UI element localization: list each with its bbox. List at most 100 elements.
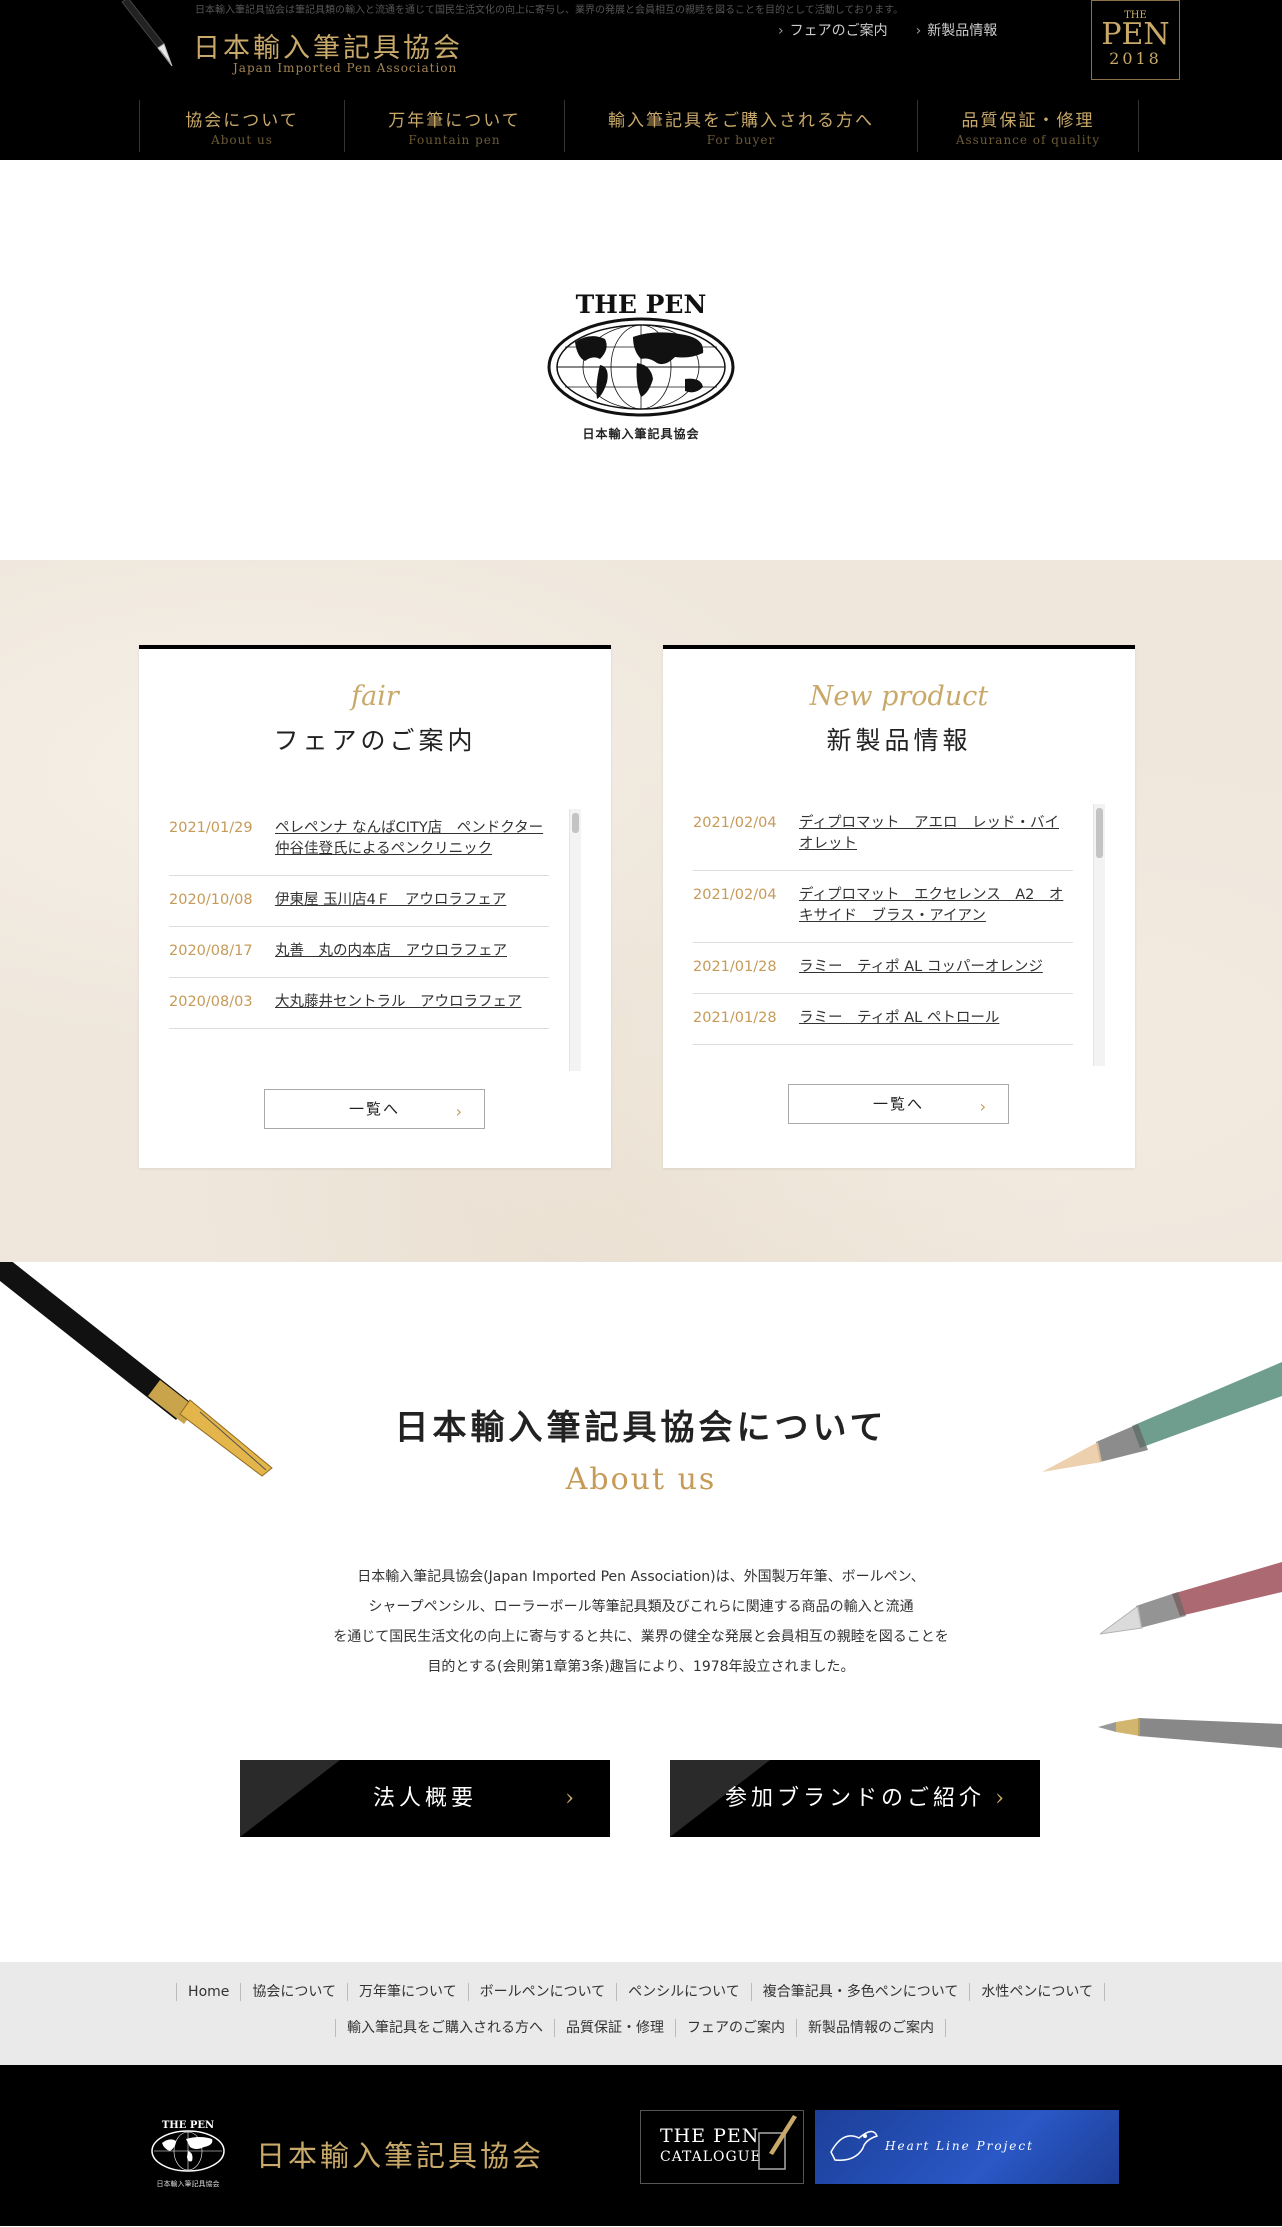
list-item[interactable]: 2020/08/03 大丸藤井セントラル アウロラフェア [169, 978, 549, 1029]
item-title-link[interactable]: 大丸藤井セントラル アウロラフェア [275, 992, 549, 1013]
top-links: › フェアのご案内 › 新製品情報 [778, 20, 997, 40]
footer-link-home[interactable]: Home [176, 1983, 242, 2001]
the-pen-logo: THE PEN 日本輸入筆記具協会 [545, 287, 737, 442]
footer-link-ballpoint[interactable]: ボールペンについて [467, 1983, 618, 2001]
about-description: 日本輸入筆記具協会(Japan Imported Pen Association… [300, 1562, 982, 1682]
scrollbar-thumb[interactable] [1096, 808, 1103, 858]
nav-item-about[interactable]: 協会について About us [139, 100, 344, 152]
nav-label-en: For buyer [706, 133, 776, 147]
footer-logo-text: THE PEN [162, 2120, 214, 2131]
newproduct-heading-ja: 新製品情報 [826, 726, 972, 755]
list-item[interactable]: 2020/10/08 伊東屋 玉川店4Ｆ アウロラフェア [169, 876, 549, 927]
news-section: fair フェアのご案内 2021/01/29 ペレペンナ なんばCITY店 ペン… [0, 560, 1282, 1262]
header-tagline: 日本輸入筆記具協会は筆記具類の輸入と流通を通じて国民生活文化の向上に寄与し、業界… [195, 5, 904, 16]
item-date: 2021/01/28 [693, 959, 777, 975]
top-link-label: 新製品情報 [927, 23, 998, 39]
scrollbar-thumb[interactable] [572, 813, 579, 833]
nav-item-for-buyer[interactable]: 輸入筆記具をご購入される方へ For buyer [564, 100, 917, 152]
nav-label-ja: 輸入筆記具をご購入される方へ [608, 111, 874, 131]
hero: THE PEN 日本輸入筆記具協会 [0, 160, 1282, 560]
fair-list-scrollbar[interactable] [569, 809, 581, 1071]
footer-link-fair[interactable]: フェアのご案内 [675, 2019, 797, 2037]
more-button-label: 一覧へ [348, 1100, 400, 1118]
logo-text: THE PEN [576, 290, 707, 319]
chevron-right-icon: › [565, 1786, 578, 1811]
site-footer: THE PEN 日本輸入筆記具協会 日本輸入筆記具協会 THE PEN CATA… [0, 2065, 1282, 2226]
newproduct-list-scrollbar[interactable] [1093, 804, 1105, 1066]
nav-item-quality[interactable]: 品質保証・修理 Assurance of quality [917, 100, 1139, 152]
top-link-newproduct[interactable]: › 新製品情報 [916, 20, 998, 40]
item-date: 2020/08/03 [169, 994, 253, 1010]
button-label: 参加ブランドのご紹介 [724, 1786, 985, 1811]
gray-ballpoint-pen-image [1098, 1718, 1282, 1748]
site-logo-title[interactable]: 日本輸入筆記具協会 [193, 26, 463, 65]
about-text-line: 目的とする(会則第1章第3条)趣旨により、1978年設立されました。 [427, 1659, 855, 1675]
about-section: 日本輸入筆記具協会について About us 日本輸入筆記具協会(Japan I… [0, 1262, 1282, 1962]
footer-link-multipen[interactable]: 複合筆記具・多色ペンについて [750, 1983, 971, 2001]
item-title-link[interactable]: ペレペンナ なんばCITY店 ペンドクター 仲谷佳登氏によるペンクリニック [275, 818, 549, 860]
footer-link-quality[interactable]: 品質保証・修理 [554, 2019, 676, 2037]
item-date: 2021/02/04 [693, 887, 777, 903]
footer-link-newproduct[interactable]: 新製品情報のご案内 [796, 2019, 946, 2037]
about-text-line: を通じて国民生活文化の向上に寄与すると共に、業界の健全な発展と会員相互の親睦を図… [333, 1629, 949, 1645]
chevron-right-icon: › [915, 23, 922, 39]
item-date: 2020/10/08 [169, 892, 253, 908]
heart-line-bird-icon [830, 2130, 878, 2161]
item-title-link[interactable]: ラミー ティポ AL コッパーオレンジ [799, 957, 1073, 978]
item-title-link[interactable]: 丸善 丸の内本店 アウロラフェア [275, 941, 549, 962]
list-item[interactable]: 2021/02/04 ディプロマット アエロ レッド・バイオレット [693, 799, 1073, 871]
site-logo-subtitle: Japan Imported Pen Association [233, 61, 458, 75]
about-heading-en: About us [565, 1462, 717, 1497]
list-item[interactable]: 2021/02/04 ディプロマット エクセレンス A2 オキサイド ブラス・アイ… [693, 871, 1073, 943]
newproduct-list: 2021/02/04 ディプロマット アエロ レッド・バイオレット 2021/02… [693, 799, 1093, 1061]
item-title-link[interactable]: ディプロマット アエロ レッド・バイオレット [799, 813, 1073, 855]
chevron-right-icon: › [455, 1102, 464, 1121]
catalogue-pen-icon [758, 2115, 797, 2170]
newproduct-more-button[interactable]: 一覧へ › [788, 1084, 1009, 1124]
the-pen-catalogue-banner[interactable]: THE PEN CATALOGUE [640, 2110, 804, 2184]
list-item[interactable]: 2021/01/28 ラミー ティポ AL ペトロール [693, 994, 1073, 1045]
footer-link-pencil[interactable]: ペンシルについて [616, 1983, 752, 2001]
footer-link-buyer[interactable]: 輸入筆記具をご購入される方へ [335, 2019, 555, 2037]
hero-logo-caption: 日本輸入筆記具協会 [582, 427, 700, 441]
newproduct-card: New product 新製品情報 2021/02/04 ディプロマット アエロ … [663, 645, 1135, 1168]
top-link-fair[interactable]: › フェアのご案内 [778, 20, 888, 40]
nav-label-ja: 協会について [185, 111, 299, 131]
list-item[interactable]: 2020/08/17 丸善 丸の内本店 アウロラフェア [169, 927, 549, 978]
footer-link-about[interactable]: 協会について [240, 1983, 348, 2001]
heart-line-project-banner[interactable]: Heart Line Project [815, 2110, 1119, 2184]
newproduct-heading-en: New product [809, 681, 989, 712]
list-item[interactable]: 2021/01/28 ラミー ティポ AL コッパーオレンジ [693, 943, 1073, 994]
item-date: 2020/08/17 [169, 943, 253, 959]
list-item[interactable]: 2021/01/29 ペレペンナ なんばCITY店 ペンドクター 仲谷佳登氏による… [169, 804, 549, 876]
globe-logo-icon: THE PEN [547, 290, 735, 417]
footer-link-rollerball[interactable]: 水性ペンについて [969, 1983, 1105, 2001]
footer-link-fountain-pen[interactable]: 万年筆について [346, 1983, 469, 2001]
chevron-right-icon: › [979, 1097, 988, 1116]
nav-label-en: About us [211, 133, 273, 147]
nav-item-fountain-pen[interactable]: 万年筆について Fountain pen [344, 100, 564, 152]
item-title-link[interactable]: ラミー ティポ AL ペトロール [799, 1008, 1073, 1029]
footer-title: 日本輸入筆記具協会 [256, 2139, 545, 2173]
about-text-line: シャープペンシル、ローラーボール等筆記具類及びこれらに関連する商品の輸入と流通 [368, 1599, 914, 1615]
footer-logo[interactable]: THE PEN 日本輸入筆記具協会 [150, 2117, 226, 2189]
corporate-overview-button[interactable]: 法人概要 › [240, 1760, 610, 1837]
fair-heading-en: fair [351, 681, 399, 712]
badge-line2: PEN [1101, 17, 1170, 52]
brands-button[interactable]: 参加ブランドのご紹介 › [670, 1760, 1040, 1837]
item-date: 2021/01/29 [169, 820, 253, 836]
nav-label-ja: 万年筆について [388, 111, 521, 131]
fair-heading-ja: フェアのご案内 [273, 726, 477, 755]
fair-list: 2021/01/29 ペレペンナ なんばCITY店 ペンドクター 仲谷佳登氏による… [169, 804, 569, 1066]
black-fountain-pen-image [0, 1262, 273, 1477]
item-title-link[interactable]: ディプロマット エクセレンス A2 オキサイド ブラス・アイアン [799, 885, 1073, 927]
nav-label-ja: 品質保証・修理 [961, 111, 1095, 131]
footer-links-row1: Home 協会について 万年筆について ボールペンについて ペンシルについて 複… [0, 1983, 1282, 2019]
item-title-link[interactable]: 伊東屋 玉川店4Ｆ アウロラフェア [275, 890, 549, 911]
red-fountain-pen-image [1100, 1562, 1282, 1635]
fair-more-button[interactable]: 一覧へ › [264, 1089, 485, 1129]
badge-line3: 2018 [1109, 49, 1162, 68]
heart-line-text: Heart Line Project [885, 2139, 1034, 2153]
fountain-pen-logo-icon [121, 0, 173, 67]
the-pen-2018-badge[interactable]: THE PEN 2018 [1091, 0, 1180, 80]
